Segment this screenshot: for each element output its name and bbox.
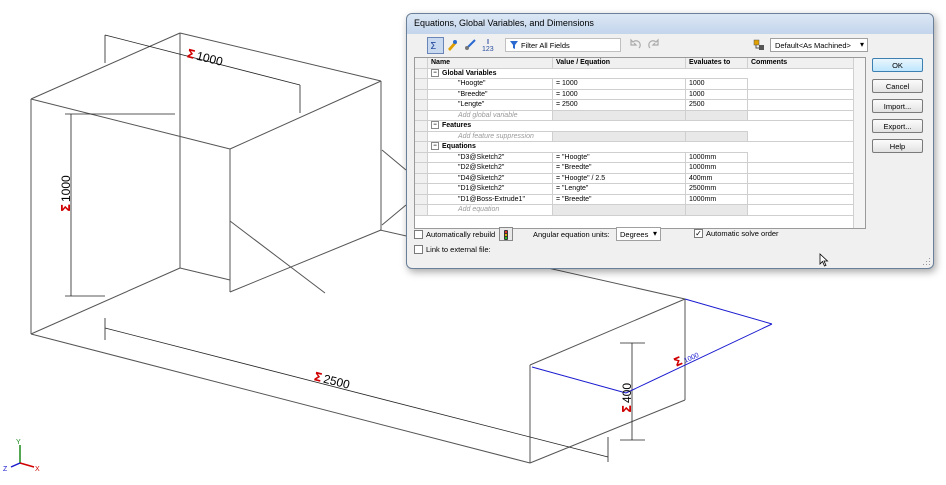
triad-z-label: Z: [3, 466, 8, 473]
resize-grip-icon[interactable]: [923, 258, 931, 266]
help-button[interactable]: Help: [872, 139, 923, 153]
col-name[interactable]: Name: [428, 58, 553, 69]
configuration-icon: [752, 37, 769, 54]
auto-solve-checkbox[interactable]: ✓: [694, 229, 703, 238]
dim-block-width[interactable]: Σ 1000: [672, 347, 701, 370]
rebuild-traffic-light-icon[interactable]: [499, 227, 513, 241]
configuration-select[interactable]: Default<As Machined> ▾: [770, 38, 868, 52]
col-evaluates[interactable]: Evaluates to: [686, 58, 748, 69]
import-button[interactable]: Import...: [872, 99, 923, 113]
svg-text:Σ: Σ: [620, 405, 634, 413]
add-feature-suppression-row[interactable]: Add feature suppression: [415, 131, 865, 142]
equations-dialog: Equations, Global Variables, and Dimensi…: [406, 13, 934, 269]
group-features[interactable]: − Features: [415, 121, 865, 132]
ordered-view-icon[interactable]: 123: [481, 37, 498, 54]
angular-units-select[interactable]: Degrees ▾: [616, 227, 661, 241]
table-row[interactable]: "D2@Sketch2" = "Breedte" 1000mm: [415, 163, 865, 174]
add-global-variable-row[interactable]: Add global variable: [415, 110, 865, 121]
table-row[interactable]: "D1@Sketch2" = "Lengte" 2500mm: [415, 184, 865, 195]
link-external-checkbox[interactable]: [414, 245, 423, 254]
export-button[interactable]: Export...: [872, 119, 923, 133]
cancel-button[interactable]: Cancel: [872, 79, 923, 93]
filter-input[interactable]: Filter All Fields: [505, 38, 621, 52]
ok-button[interactable]: OK: [872, 58, 923, 72]
table-row[interactable]: "D1@Boss-Extrude1" = "Breedte" 1000mm: [415, 194, 865, 205]
table-scrollbar[interactable]: [853, 58, 865, 228]
table-row[interactable]: "Hoogte" = 1000 1000: [415, 79, 865, 90]
svg-text:400: 400: [620, 383, 634, 403]
equation-view-icon[interactable]: Σ: [427, 37, 444, 54]
col-value[interactable]: Value / Equation: [553, 58, 686, 69]
table-header: Name Value / Equation Evaluates to Comme…: [415, 58, 865, 69]
svg-text:1000: 1000: [195, 49, 225, 69]
axis-triad: Y X Z: [3, 439, 40, 473]
chevron-down-icon: ▾: [859, 40, 864, 49]
col-comments[interactable]: Comments: [748, 58, 855, 69]
z-axis-icon: [10, 462, 21, 468]
svg-text:123: 123: [482, 46, 494, 52]
collapse-icon[interactable]: −: [431, 142, 439, 151]
equations-table: Name Value / Equation Evaluates to Comme…: [414, 57, 866, 229]
dialog-title: Equations, Global Variables, and Dimensi…: [414, 18, 594, 28]
redo-icon[interactable]: [646, 37, 663, 54]
filter-icon: [510, 41, 518, 49]
table-row[interactable]: "D3@Sketch2" = "Hoogte" 1000mm: [415, 152, 865, 163]
svg-text:Σ: Σ: [672, 354, 685, 370]
undo-icon[interactable]: [628, 37, 645, 54]
mouse-cursor-icon: [819, 253, 829, 267]
group-equations[interactable]: − Equations: [415, 142, 865, 153]
chevron-down-icon: ▾: [652, 229, 657, 238]
svg-text:Σ: Σ: [59, 204, 73, 212]
svg-text:2500: 2500: [322, 372, 352, 392]
auto-rebuild-label: Automatically rebuild: [426, 230, 496, 239]
sketch-equation-view-icon[interactable]: [445, 37, 462, 54]
table-row[interactable]: "Lengte" = 2500 2500: [415, 100, 865, 111]
dim-top-width[interactable]: Σ 1000: [185, 46, 224, 69]
add-equation-row[interactable]: Add equation: [415, 205, 865, 216]
svg-text:Σ: Σ: [430, 41, 436, 52]
collapse-icon[interactable]: −: [431, 121, 439, 130]
dialog-toolbar: Σ 123 Filter All Fields Default<As Machi…: [415, 36, 868, 56]
svg-text:1000: 1000: [683, 352, 700, 365]
triad-x-label: X: [35, 466, 40, 473]
auto-solve-label: Automatic solve order: [706, 229, 779, 238]
group-global-variables[interactable]: − Global Variables: [415, 68, 865, 79]
table-row[interactable]: "Breedte" = 1000 1000: [415, 89, 865, 100]
link-external-label: Link to external file:: [426, 245, 491, 254]
x-axis-icon: [19, 462, 35, 468]
svg-text:1000: 1000: [59, 175, 73, 202]
dialog-titlebar[interactable]: Equations, Global Variables, and Dimensi…: [407, 14, 933, 34]
dim-height[interactable]: Σ 1000: [59, 175, 73, 212]
auto-rebuild-checkbox[interactable]: [414, 230, 423, 239]
dim-block-height[interactable]: Σ 400: [620, 383, 634, 413]
collapse-icon[interactable]: −: [431, 68, 439, 77]
angular-units-label: Angular equation units:: [533, 230, 610, 239]
dim-length[interactable]: Σ 2500: [312, 369, 351, 392]
triad-y-label: Y: [16, 439, 21, 446]
table-row[interactable]: "D4@Sketch2" = "Hoogte" / 2.5 400mm: [415, 173, 865, 184]
dimension-view-icon[interactable]: [463, 37, 480, 54]
